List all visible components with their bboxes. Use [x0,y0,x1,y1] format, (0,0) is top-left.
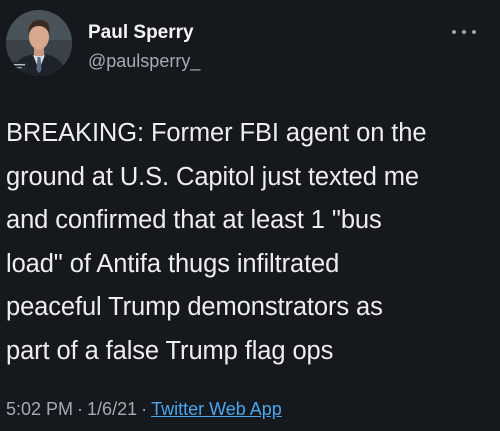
tweet-text-line: ground at U.S. Capitol just texted me [6,162,420,191]
author-handle[interactable]: @paulsperry_ [88,51,200,72]
tweet-text-line: part of a false Trump flag ops [6,336,334,365]
avatar[interactable] [6,10,72,76]
separator: · [141,399,148,419]
tweet-text-line: BREAKING: Former FBI agent on the [6,119,427,147]
tweet-time[interactable]: 5:02 PM [6,399,73,419]
tweet-text: BREAKING: Former FBI agent on the ground… [6,112,494,373]
dot [462,30,466,34]
more-options-icon[interactable] [452,24,476,40]
author-display-name[interactable]: Paul Sperry [88,22,194,44]
tweet-card: Paul Sperry @paulsperry_ BREAKING: Forme… [0,0,500,431]
tweet-date[interactable]: 1/6/21 [87,399,137,419]
dot [452,30,456,34]
tweet-text-line: and confirmed that at least 1 "bus [6,206,382,234]
tweet-text-line: load" of Antifa thugs infiltrated [6,249,340,278]
tweet-metadata: 5:02 PM · 1/6/21 · Twitter Web App [6,399,282,420]
profile-photo [6,10,72,76]
source-app-link[interactable]: Twitter Web App [151,399,282,419]
tweet-text-line: peaceful Trump demonstrators as [6,293,383,321]
separator: · [77,399,84,419]
dot [472,30,476,34]
